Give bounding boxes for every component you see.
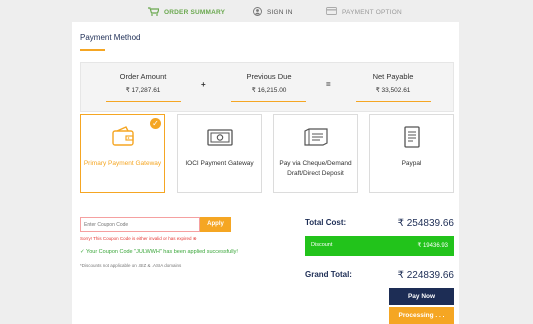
step-order-summary[interactable]: ORDER SUMMARY xyxy=(148,6,225,18)
net-payable-value: ₹ 33,502.61 xyxy=(375,87,411,94)
equals-sign: = xyxy=(326,80,331,89)
previous-due: Previous Due ₹ 16,215.00 xyxy=(207,63,331,113)
payment-card: Payment Method Order Amount ₹ 17,287.61 … xyxy=(72,22,459,324)
user-icon xyxy=(253,6,262,18)
plus-sign: + xyxy=(201,80,206,89)
total-cost-value: ₹ 254839.66 xyxy=(397,218,454,229)
method-label: Paypal xyxy=(401,160,422,167)
step-sign-in[interactable]: SIGN IN xyxy=(253,6,293,18)
previous-due-label: Previous Due xyxy=(246,72,292,81)
receipt-icon xyxy=(398,125,426,149)
step-payment-option[interactable]: PAYMENT OPTION xyxy=(326,6,402,18)
wallet-icon xyxy=(109,125,137,149)
method-label: IOCI Payment Gateway xyxy=(185,160,254,167)
method-primary-gateway[interactable]: ✓ Primary Payment Gateway xyxy=(80,114,165,193)
net-payable: Net Payable ₹ 33,502.61 xyxy=(331,63,455,113)
method-label: Primary Payment Gateway xyxy=(83,160,162,167)
cheque-icon xyxy=(302,125,330,149)
check-icon: ✓ xyxy=(150,118,161,129)
total-cost-label: Total Cost: xyxy=(305,218,347,227)
card-icon xyxy=(326,7,337,17)
coupon-error-message: Sorry! This Coupon Code is either invali… xyxy=(80,236,197,241)
method-cheque[interactable]: Pay via Cheque/Demand Draft/Direct Depos… xyxy=(273,114,358,193)
method-paypal[interactable]: Paypal xyxy=(369,114,454,193)
discount-value: ₹ 19436.93 xyxy=(417,243,448,249)
grand-total-label: Grand Total: xyxy=(305,270,352,279)
method-label: Pay via Cheque/Demand Draft/Direct Depos… xyxy=(279,160,352,177)
summary-underline xyxy=(106,101,181,102)
checkout-steps: ORDER SUMMARY SIGN IN PAYMENT OPTION xyxy=(0,0,533,22)
order-amount-label: Order Amount xyxy=(119,72,167,81)
apply-button[interactable]: Apply xyxy=(200,217,231,232)
discount-label: Discount xyxy=(311,242,333,248)
net-payable-label: Net Payable xyxy=(372,72,414,81)
grand-total-value: ₹ 224839.66 xyxy=(397,270,454,281)
summary-underline xyxy=(231,101,306,102)
coupon-input[interactable] xyxy=(80,217,200,232)
previous-due-value: ₹ 16,215.00 xyxy=(251,87,287,94)
cart-icon xyxy=(148,6,160,18)
cash-icon xyxy=(206,125,234,149)
coupon-success-message: ✓ Your Coupon Code "JULWWH" has been app… xyxy=(80,249,238,255)
title-underline xyxy=(80,49,105,51)
discount-bar: Discount ₹ 19436.93 xyxy=(305,236,454,256)
page-title: Payment Method xyxy=(80,33,141,42)
step-label: ORDER SUMMARY xyxy=(164,8,226,16)
summary-underline xyxy=(356,101,431,102)
discount-note: *Discounts not applicable on .BIZ & .ASI… xyxy=(80,263,182,268)
order-amount: Order Amount ₹ 17,287.61 xyxy=(81,63,205,113)
method-ioci-gateway[interactable]: IOCI Payment Gateway xyxy=(177,114,262,193)
step-label: SIGN IN xyxy=(267,8,293,16)
step-label: PAYMENT OPTION xyxy=(342,8,402,16)
processing-button[interactable]: Processing . . . xyxy=(389,307,454,324)
order-amount-value: ₹ 17,287.61 xyxy=(125,87,161,94)
amount-summary: Order Amount ₹ 17,287.61 + Previous Due … xyxy=(80,62,454,112)
pay-now-button[interactable]: Pay Now xyxy=(389,288,454,305)
